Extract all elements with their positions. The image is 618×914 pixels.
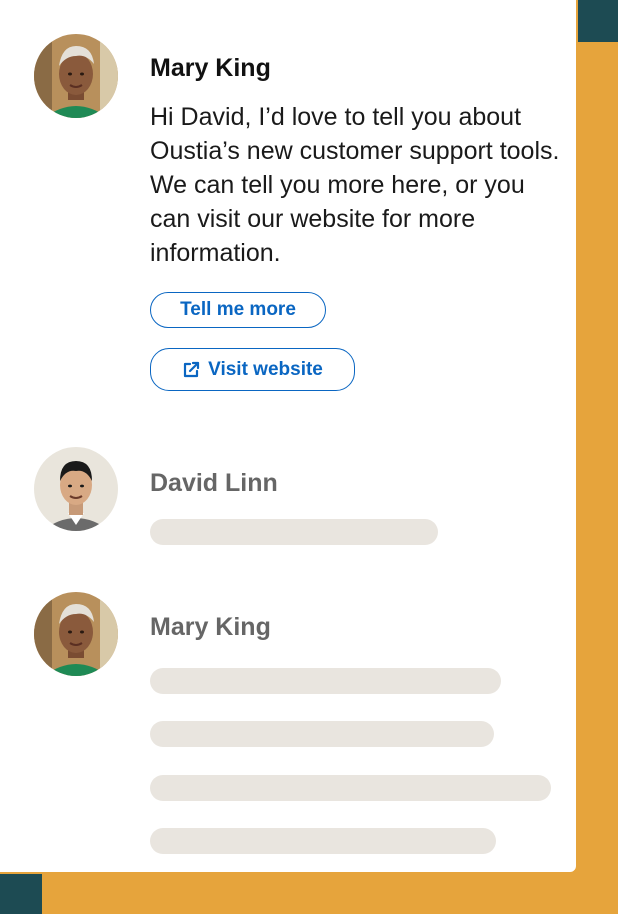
button-label: Tell me more <box>180 299 296 320</box>
avatar-mary-king <box>34 34 118 118</box>
message-text: Hi David, I’d love to tell you about Ous… <box>150 103 560 267</box>
message-placeholder-bar <box>150 721 494 747</box>
sender-name: Mary King <box>150 54 271 82</box>
message-placeholder-bar <box>150 828 496 854</box>
external-link-icon <box>182 361 200 379</box>
message-placeholder-bar <box>150 668 501 694</box>
avatar-mary-king <box>34 592 118 676</box>
message-placeholder-bar <box>150 519 438 545</box>
message-placeholder-bar <box>150 775 551 801</box>
button-label: Visit website <box>208 358 323 380</box>
chat-card: Mary King Hi David, I’d love to tell you… <box>0 0 578 874</box>
avatar-david-linn <box>34 447 118 531</box>
sender-name: Mary King <box>150 613 271 641</box>
visit-website-button[interactable]: Visit website <box>150 348 355 391</box>
sender-name: David Linn <box>150 469 278 497</box>
tell-me-more-button[interactable]: Tell me more <box>150 292 326 328</box>
